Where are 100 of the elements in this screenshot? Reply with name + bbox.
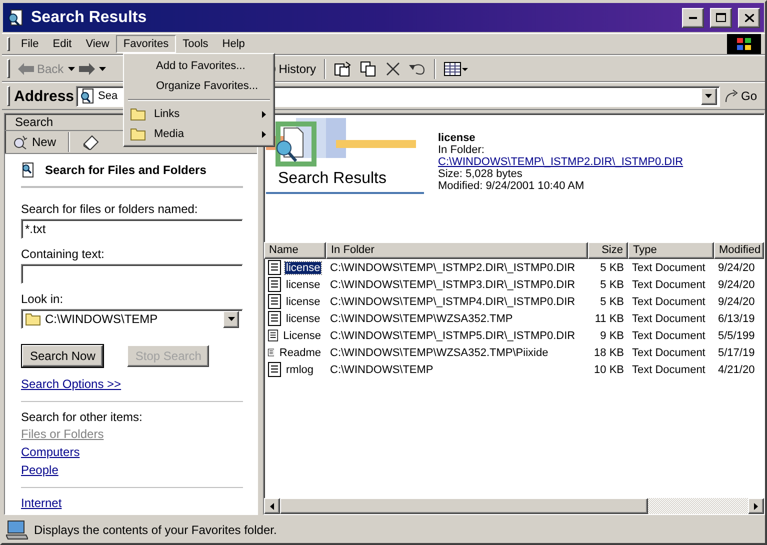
table-cell: 10 KB	[594, 364, 624, 376]
scroll-right-icon	[754, 502, 758, 510]
menu-item[interactable]: Favorites	[116, 35, 176, 53]
text-file-icon	[268, 294, 281, 309]
file-name-cell[interactable]: License	[282, 330, 322, 342]
table-cell: Text Document	[632, 346, 706, 358]
file-size: Size: 5,028 bytes	[438, 168, 524, 180]
search-window-icon	[7, 8, 25, 26]
close-button[interactable]	[738, 8, 760, 28]
file-name-field[interactable]: *.txt	[21, 219, 243, 239]
field-label: Look in:	[21, 292, 64, 306]
menu-item[interactable]: Help	[215, 35, 252, 53]
section-heading: Search for Files and Folders	[45, 163, 206, 177]
undo-icon	[408, 62, 426, 74]
table-cell: Text Document	[632, 262, 706, 274]
table-cell: 9/24/20	[718, 296, 755, 308]
folder-icon	[25, 312, 41, 326]
search-type-link[interactable]: People	[21, 463, 58, 477]
minimize-icon	[689, 16, 697, 18]
modified-date: Modified: 9/24/2001 10:40 AM	[438, 180, 586, 192]
dropdown-arrow-icon	[68, 66, 75, 70]
text-file-icon	[268, 260, 281, 275]
file-name-cell[interactable]: license	[285, 278, 322, 290]
table-cell: 9/24/20	[718, 262, 755, 274]
file-name-cell[interactable]: Readme	[278, 346, 322, 358]
search-page-icon	[21, 162, 35, 178]
status-text: Displays the contents of your Favorites folder.	[34, 523, 277, 537]
table-cell: 9 KB	[600, 330, 624, 342]
table-cell: 11 KB	[594, 312, 624, 324]
look-in-dropdown[interactable]: C:\WINDOWS\TEMP	[21, 309, 243, 329]
internet-link[interactable]: Internet	[21, 496, 62, 510]
table-cell: Text Document	[632, 278, 706, 290]
table-cell: C:\WINDOWS\TEMP\_ISTMP4.DIR\_ISTMP0.DIR	[330, 296, 576, 308]
search-type-link[interactable]: Computers	[21, 445, 80, 459]
table-cell: C:\WINDOWS\TEMP	[330, 364, 434, 376]
file-name-cell[interactable]: license	[285, 262, 322, 274]
column-header[interactable]: In Folder	[326, 242, 588, 259]
go-button[interactable]: Go	[720, 87, 761, 105]
table-cell: C:\WINDOWS\TEMP\WZSA352.TMP	[330, 312, 513, 324]
close-icon	[744, 14, 754, 22]
search-now-button[interactable]: Search Now	[22, 345, 104, 367]
scroll-left-icon	[270, 502, 274, 510]
table-cell: C:\WINDOWS\TEMP\_ISTMP3.DIR\_ISTMP0.DIR	[330, 278, 576, 290]
maximize-icon	[716, 13, 726, 22]
folder-icon	[130, 127, 146, 141]
computer-icon	[6, 520, 28, 540]
text-file-icon	[268, 311, 281, 326]
table-cell: C:\WINDOWS\TEMP\_ISTMP5.DIR\_ISTMP0.DIR	[330, 330, 576, 342]
menu-item[interactable]: View	[78, 35, 116, 53]
table-cell: Text Document	[632, 312, 706, 324]
views-icon	[444, 62, 468, 76]
delete-icon	[386, 62, 400, 76]
right-arrow-icon	[78, 62, 95, 74]
menu-command[interactable]: Add to Favorites...	[126, 56, 272, 76]
copy-to-icon	[360, 60, 378, 76]
minimize-button[interactable]	[682, 8, 704, 28]
table-cell: 5/5/199	[718, 330, 755, 342]
table-cell: Text Document	[632, 364, 706, 376]
file-name-cell[interactable]: license	[285, 296, 322, 308]
address-dropdown-button[interactable]	[700, 88, 717, 104]
file-name: license	[438, 132, 476, 144]
new-search-button[interactable]: New	[9, 132, 60, 152]
field-label: Containing text:	[21, 247, 106, 261]
text-file-icon	[268, 362, 281, 377]
column-header[interactable]: Name	[264, 242, 326, 259]
table-cell: 5 KB	[600, 296, 624, 308]
search-options-link[interactable]: Search Options >>	[21, 377, 122, 391]
menu-item[interactable]: Tools	[176, 35, 216, 53]
text-file-icon	[268, 277, 281, 292]
menu-item[interactable]: Edit	[46, 35, 79, 53]
dropdown-arrow-icon	[98, 66, 106, 70]
submenu-arrow-icon	[262, 130, 266, 138]
file-name-cell[interactable]: license	[285, 312, 322, 324]
search-page-icon	[79, 88, 96, 104]
menu-item[interactable]: File	[14, 35, 46, 53]
throbber-icon	[727, 34, 761, 54]
dropdown-arrow-icon	[705, 94, 712, 98]
column-header[interactable]: Type	[628, 242, 714, 259]
info-label: In Folder:	[438, 144, 486, 156]
text-file-icon	[268, 328, 278, 343]
go-arrow-icon	[724, 89, 738, 103]
table-cell: Text Document	[632, 296, 706, 308]
table-cell: 5 KB	[600, 278, 624, 290]
window-title: Search Results	[31, 8, 148, 26]
submenu-arrow-icon	[262, 110, 266, 118]
horizontal-scrollbar[interactable]	[264, 498, 764, 514]
table-cell: Text Document	[632, 330, 706, 342]
table-cell: C:\WINDOWS\TEMP\WZSA352.TMP\Piixide	[330, 346, 548, 358]
column-header[interactable]: Modified	[714, 242, 764, 259]
file-name-cell[interactable]: rmlog	[285, 364, 315, 376]
new-search-icon	[13, 134, 29, 150]
folder-link[interactable]: C:\WINDOWS\TEMP\_ISTMP2.DIR\_ISTMP0.DIR	[438, 156, 684, 168]
table-cell: 4/21/20	[718, 364, 755, 376]
section-label: Search for other items:	[21, 410, 144, 424]
dropdown-arrow-icon	[228, 317, 234, 321]
table-cell: 9/24/20	[718, 278, 755, 290]
table-cell: 5/17/19	[718, 346, 755, 358]
column-header[interactable]: Size	[588, 242, 628, 259]
maximize-button[interactable]	[710, 8, 732, 28]
left-arrow-icon	[18, 62, 34, 74]
